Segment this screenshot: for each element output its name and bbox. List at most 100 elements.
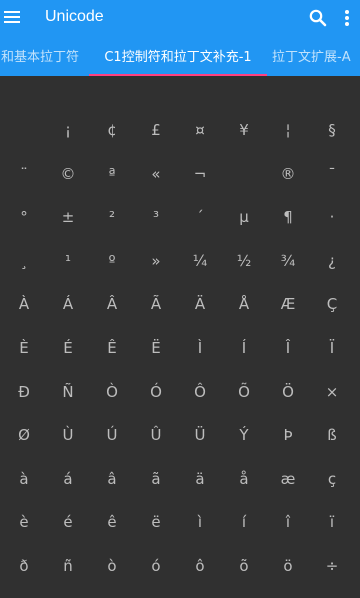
character-cell[interactable]: ÷ xyxy=(310,546,354,586)
menu-icon[interactable] xyxy=(2,4,22,28)
app-root: Unicode 和基本拉丁符 C1控制符和拉丁文补充-1 拉丁文扩展-A ¡ ¢ £… xyxy=(0,0,360,598)
character-cell[interactable]: ä xyxy=(178,459,222,499)
character-cell[interactable]: á xyxy=(46,459,90,499)
character-cell[interactable]: ° xyxy=(2,197,46,237)
character-cell[interactable]: ¢ xyxy=(90,110,134,150)
character-cell[interactable]: » xyxy=(134,241,178,281)
character-cell[interactable]: Ë xyxy=(134,328,178,368)
character-cell[interactable]: ¤ xyxy=(178,110,222,150)
character-cell[interactable]: ¹ xyxy=(46,241,90,281)
character-cell[interactable]: ¶ xyxy=(266,197,310,237)
character-cell[interactable]: à xyxy=(2,459,46,499)
character-cell[interactable]: Æ xyxy=(266,284,310,324)
search-icon[interactable] xyxy=(306,6,330,30)
character-cell[interactable]: ç xyxy=(310,459,354,499)
character-cell[interactable]: ³ xyxy=(134,197,178,237)
character-cell[interactable]: Á xyxy=(46,284,90,324)
character-cell[interactable]: Å xyxy=(222,284,266,324)
character-cell[interactable]: è xyxy=(2,502,46,542)
character-cell[interactable]: Ä xyxy=(178,284,222,324)
character-cell[interactable]: ã xyxy=(134,459,178,499)
character-cell[interactable]: Â xyxy=(90,284,134,324)
menu-icon-bar xyxy=(4,11,20,13)
character-cell[interactable]: ¦ xyxy=(266,110,310,150)
character-cell[interactable]: Ü xyxy=(178,415,222,455)
character-cell[interactable]: Ï xyxy=(310,328,354,368)
character-cell[interactable]: ® xyxy=(266,154,310,194)
tab-basic-latin[interactable]: 和基本拉丁符 xyxy=(0,40,84,76)
character-cell[interactable]: î xyxy=(266,502,310,542)
character-cell[interactable]: ò xyxy=(90,546,134,586)
character-cell[interactable]: ô xyxy=(178,546,222,586)
character-cell[interactable]: ¨ xyxy=(2,154,46,194)
character-cell[interactable]: é xyxy=(46,502,90,542)
character-cell[interactable]: À xyxy=(2,284,46,324)
app-title: Unicode xyxy=(45,8,104,25)
character-cell[interactable]: â xyxy=(90,459,134,499)
character-cell[interactable]: Ù xyxy=(46,415,90,455)
character-cell[interactable]: Ö xyxy=(266,372,310,412)
character-cell[interactable]: Þ xyxy=(266,415,310,455)
character-cell[interactable]: Ò xyxy=(90,372,134,412)
character-cell[interactable]: ² xyxy=(90,197,134,237)
toolbar: Unicode xyxy=(0,0,360,36)
character-cell[interactable]: ê xyxy=(90,502,134,542)
character-cell[interactable]: Ð xyxy=(2,372,46,412)
character-cell[interactable]: · xyxy=(310,197,354,237)
character-cell[interactable]: å xyxy=(222,459,266,499)
character-cell[interactable]: Ã xyxy=(134,284,178,324)
character-cell[interactable]: Ø xyxy=(2,415,46,455)
character-cell[interactable]: Ì xyxy=(178,328,222,368)
character-cell[interactable]: § xyxy=(310,110,354,150)
character-cell[interactable]: õ xyxy=(222,546,266,586)
character-cell[interactable]: Ê xyxy=(90,328,134,368)
character-cell[interactable]: æ xyxy=(266,459,310,499)
character-cell[interactable]: ± xyxy=(46,197,90,237)
character-cell[interactable]: ¿ xyxy=(310,241,354,281)
character-cell[interactable]: Ñ xyxy=(46,372,90,412)
character-cell[interactable]: ¯ xyxy=(310,154,354,194)
character-cell[interactable]: ð xyxy=(2,546,46,586)
app-bar: Unicode 和基本拉丁符 C1控制符和拉丁文补充-1 拉丁文扩展-A xyxy=(0,0,360,76)
more-vert-icon[interactable] xyxy=(340,6,354,30)
more-dot xyxy=(345,16,349,20)
character-cell[interactable]: Ô xyxy=(178,372,222,412)
character-cell[interactable]: µ xyxy=(222,197,266,237)
character-cell[interactable]: ¡ xyxy=(46,110,90,150)
character-cell[interactable]: ñ xyxy=(46,546,90,586)
character-cell[interactable]: ó xyxy=(134,546,178,586)
character-cell[interactable] xyxy=(222,154,266,194)
tab-latin-1-supplement[interactable]: C1控制符和拉丁文补充-1 xyxy=(89,40,267,76)
character-cell[interactable]: ¼ xyxy=(178,241,222,281)
character-cell[interactable]: Î xyxy=(266,328,310,368)
character-cell[interactable] xyxy=(2,110,46,150)
character-cell[interactable]: ¾ xyxy=(266,241,310,281)
character-cell[interactable]: É xyxy=(46,328,90,368)
character-cell[interactable]: Ç xyxy=(310,284,354,324)
tab-latin-extended-a[interactable]: 拉丁文扩展-A xyxy=(272,40,360,76)
character-cell[interactable]: ¸ xyxy=(2,241,46,281)
character-cell[interactable]: º xyxy=(90,241,134,281)
character-cell[interactable]: ¥ xyxy=(222,110,266,150)
character-cell[interactable]: ì xyxy=(178,502,222,542)
character-cell[interactable]: « xyxy=(134,154,178,194)
character-cell[interactable]: Û xyxy=(134,415,178,455)
character-cell[interactable]: © xyxy=(46,154,90,194)
character-cell[interactable]: í xyxy=(222,502,266,542)
character-cell[interactable]: ë xyxy=(134,502,178,542)
character-cell[interactable]: ß xyxy=(310,415,354,455)
character-cell[interactable]: Ó xyxy=(134,372,178,412)
character-cell[interactable]: ¬ xyxy=(178,154,222,194)
character-cell[interactable]: ´ xyxy=(178,197,222,237)
character-cell[interactable]: ï xyxy=(310,502,354,542)
character-cell[interactable]: × xyxy=(310,372,354,412)
character-cell[interactable]: Í xyxy=(222,328,266,368)
character-cell[interactable]: Ý xyxy=(222,415,266,455)
character-cell[interactable]: Ú xyxy=(90,415,134,455)
character-cell[interactable]: ½ xyxy=(222,241,266,281)
character-cell[interactable]: È xyxy=(2,328,46,368)
character-cell[interactable]: ö xyxy=(266,546,310,586)
character-cell[interactable]: Õ xyxy=(222,372,266,412)
character-cell[interactable]: £ xyxy=(134,110,178,150)
character-cell[interactable]: ª xyxy=(90,154,134,194)
